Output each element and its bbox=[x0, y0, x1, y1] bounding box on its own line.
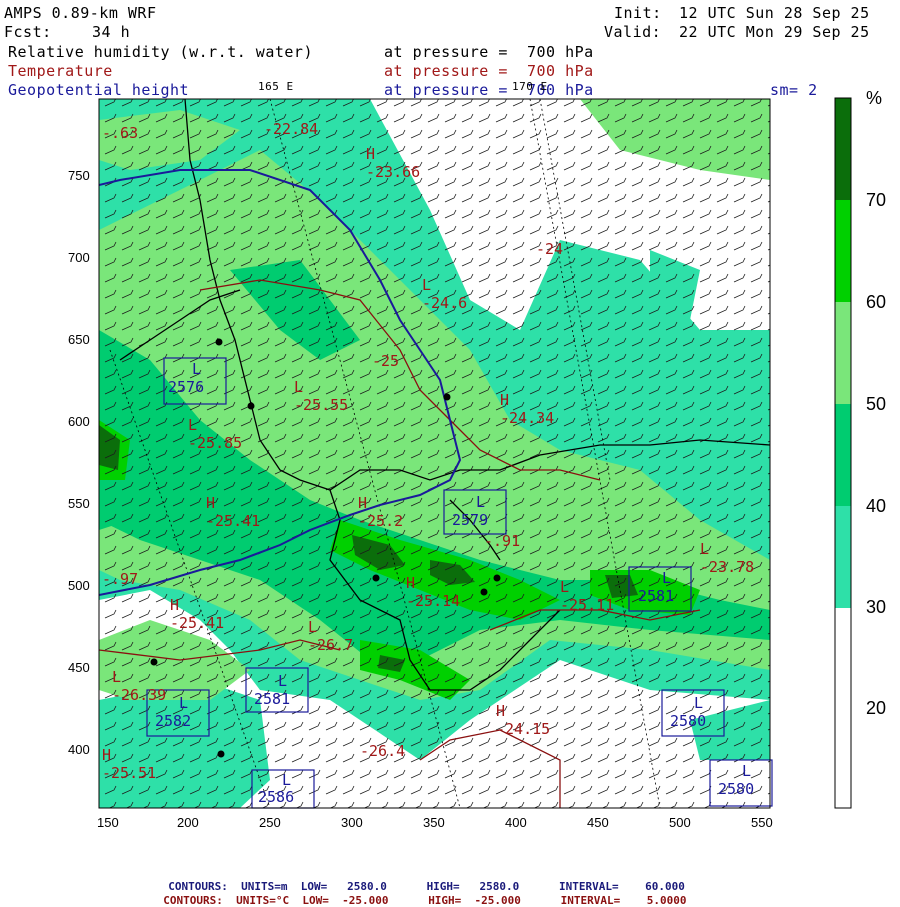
temp-label: L -23.78 bbox=[700, 540, 755, 576]
temp-label: -.97 bbox=[102, 570, 139, 588]
x-tick-label: 450 bbox=[587, 815, 609, 830]
colorbar-label: 50 bbox=[866, 394, 887, 414]
geo-low-label: L 2580 bbox=[670, 694, 707, 730]
temp-label: H -23.66 bbox=[366, 145, 421, 181]
geo-low-label: L 2581 bbox=[254, 672, 291, 708]
geo-low-label: L 2580 bbox=[718, 762, 755, 798]
temp-label: H -24.34 bbox=[500, 391, 555, 427]
footer-temp-contours: CONTOURS: UNITS=°C LOW= -25.000 HIGH= -2… bbox=[163, 894, 687, 907]
colorbar-label: 30 bbox=[866, 597, 887, 617]
temp-label: L -26.7 bbox=[308, 618, 354, 654]
geo-low-label: L 2581 bbox=[638, 569, 675, 605]
temp-label: H -24.15 bbox=[496, 702, 551, 738]
temp-label: -22.84 bbox=[264, 120, 319, 138]
colorbar-segment-below-30 bbox=[835, 608, 851, 808]
colorbar-label: 40 bbox=[866, 496, 887, 516]
temp-label: -26.4 bbox=[360, 742, 406, 760]
temp-label: H -25.41 bbox=[170, 596, 225, 632]
temp-label: L -24.6 bbox=[422, 276, 468, 312]
geo-low-label: L 2586 bbox=[258, 771, 295, 806]
temp-label: L -26.39 bbox=[112, 668, 167, 704]
colorbar-unit: % bbox=[866, 88, 883, 108]
temp-label: L -25.55 bbox=[294, 378, 349, 414]
temp-label: H -25.51 bbox=[102, 746, 157, 782]
y-tick-label: 700 bbox=[68, 250, 90, 265]
temp-label: -25 bbox=[372, 352, 400, 370]
colorbar-segment-30-40 bbox=[835, 506, 851, 608]
y-tick-label: 400 bbox=[68, 742, 90, 757]
temp-label: -.91 bbox=[484, 532, 521, 550]
x-tick-label: 400 bbox=[505, 815, 527, 830]
x-tick-label: 550 bbox=[751, 815, 773, 830]
x-tick-label: 500 bbox=[669, 815, 691, 830]
temp-label: -24 bbox=[536, 240, 564, 258]
x-tick-label: 350 bbox=[423, 815, 445, 830]
geo-low-label: L 2579 bbox=[452, 493, 489, 529]
colorbar-label: 20 bbox=[866, 698, 887, 718]
y-tick-label: 500 bbox=[68, 578, 90, 593]
temp-label: H -25.2 bbox=[358, 494, 404, 530]
x-tick-label: 250 bbox=[259, 815, 281, 830]
colorbar-segment-40-50 bbox=[835, 404, 851, 506]
y-tick-label: 450 bbox=[68, 660, 90, 675]
colorbar-segment-50-60 bbox=[835, 302, 851, 404]
temp-label: L -25.85 bbox=[188, 416, 243, 452]
colorbar-segment-60-70 bbox=[835, 200, 851, 302]
temp-label: -.63 bbox=[102, 124, 139, 142]
colorbar-label: 70 bbox=[866, 190, 887, 210]
x-tick-label: 300 bbox=[341, 815, 363, 830]
y-tick-label: 550 bbox=[68, 496, 90, 511]
y-tick-label: 650 bbox=[68, 332, 90, 347]
colorbar-label: 60 bbox=[866, 292, 887, 312]
temp-label: L -25.11 bbox=[560, 578, 615, 614]
temp-label: H -25.41 bbox=[206, 494, 261, 530]
y-tick-label: 750 bbox=[68, 168, 90, 183]
x-tick-label: 200 bbox=[177, 815, 199, 830]
colorbar bbox=[834, 97, 852, 809]
colorbar-segment-70plus bbox=[835, 98, 851, 200]
y-tick-label: 600 bbox=[68, 414, 90, 429]
temp-label: H -25.14 bbox=[406, 574, 461, 610]
x-tick-label: 150 bbox=[97, 815, 119, 830]
geo-low-label: L 2576 bbox=[168, 360, 205, 396]
